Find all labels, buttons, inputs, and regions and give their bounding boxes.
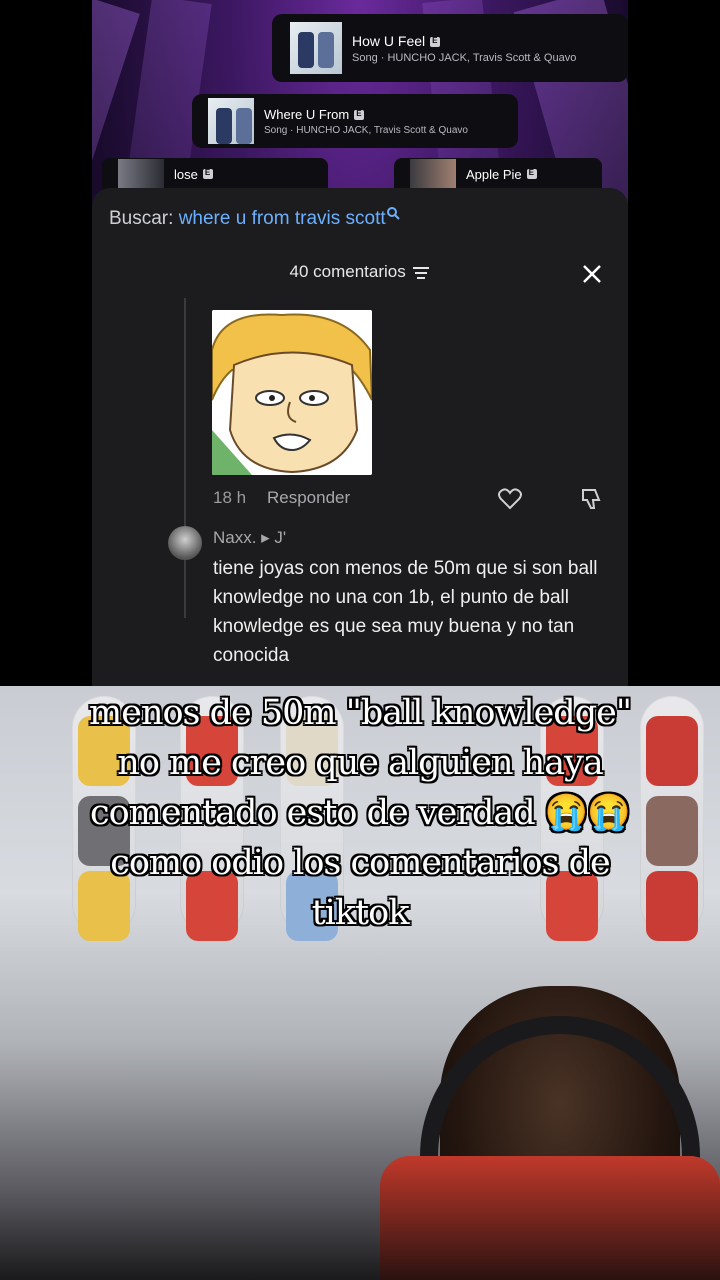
song-card-lose[interactable]: lose — [102, 158, 328, 190]
search-suggestion[interactable]: Buscar: where u from travis scott — [109, 207, 400, 230]
search-icon — [386, 207, 400, 220]
dislike-icon[interactable] — [579, 486, 605, 512]
song-card-apple-pie[interactable]: Apple Pie — [394, 158, 602, 190]
song-title: Apple Pie — [466, 166, 522, 182]
reply-text: tiene joyas con menos de 50m que si son … — [213, 558, 598, 666]
song-title: Where U From — [264, 106, 350, 122]
close-icon[interactable] — [580, 262, 604, 286]
explicit-icon — [354, 109, 365, 121]
song-title: lose — [174, 166, 198, 182]
comments-sheet: Buscar: where u from travis scott 40 com… — [92, 188, 628, 686]
song-card-where-u-from[interactable]: Where U From Song · HUNCHO JACK, Travis … — [192, 94, 518, 148]
reply-author[interactable]: Naxx. ▸ J' — [213, 528, 286, 548]
song-title: How U Feel — [352, 32, 426, 49]
explicit-icon — [526, 168, 537, 179]
reply-button[interactable]: Responder — [267, 488, 350, 508]
explicit-icon — [202, 168, 213, 179]
avatar[interactable] — [168, 526, 202, 560]
comment-timestamp: 18 h — [213, 488, 247, 507]
shaggy-sticker-image — [212, 310, 372, 475]
song-card-how-u-feel[interactable]: How U Feel Song · HUNCHO JACK, Travis Sc… — [272, 14, 628, 82]
song-subtitle: Song · HUNCHO JACK, Travis Scott & Quavo — [264, 124, 468, 136]
album-art-image — [118, 159, 164, 189]
comments-count-header: 40 comentarios — [92, 262, 628, 282]
sort-icon[interactable] — [412, 266, 430, 280]
song-subtitle: Song · HUNCHO JACK, Travis Scott & Quavo — [352, 51, 577, 64]
search-query: where u from travis scott — [178, 208, 386, 229]
chair-image — [380, 1156, 720, 1280]
album-art-image — [410, 159, 456, 189]
album-art-image — [208, 98, 254, 144]
comments-count: 40 comentarios — [289, 262, 406, 281]
album-art-image — [290, 22, 342, 74]
meme-caption: menos de 50m "ball knowledge" no me creo… — [89, 693, 632, 933]
heart-icon[interactable] — [497, 486, 523, 512]
thread-line — [184, 298, 186, 618]
search-label: Buscar: — [109, 208, 174, 229]
explicit-icon — [430, 36, 441, 47]
